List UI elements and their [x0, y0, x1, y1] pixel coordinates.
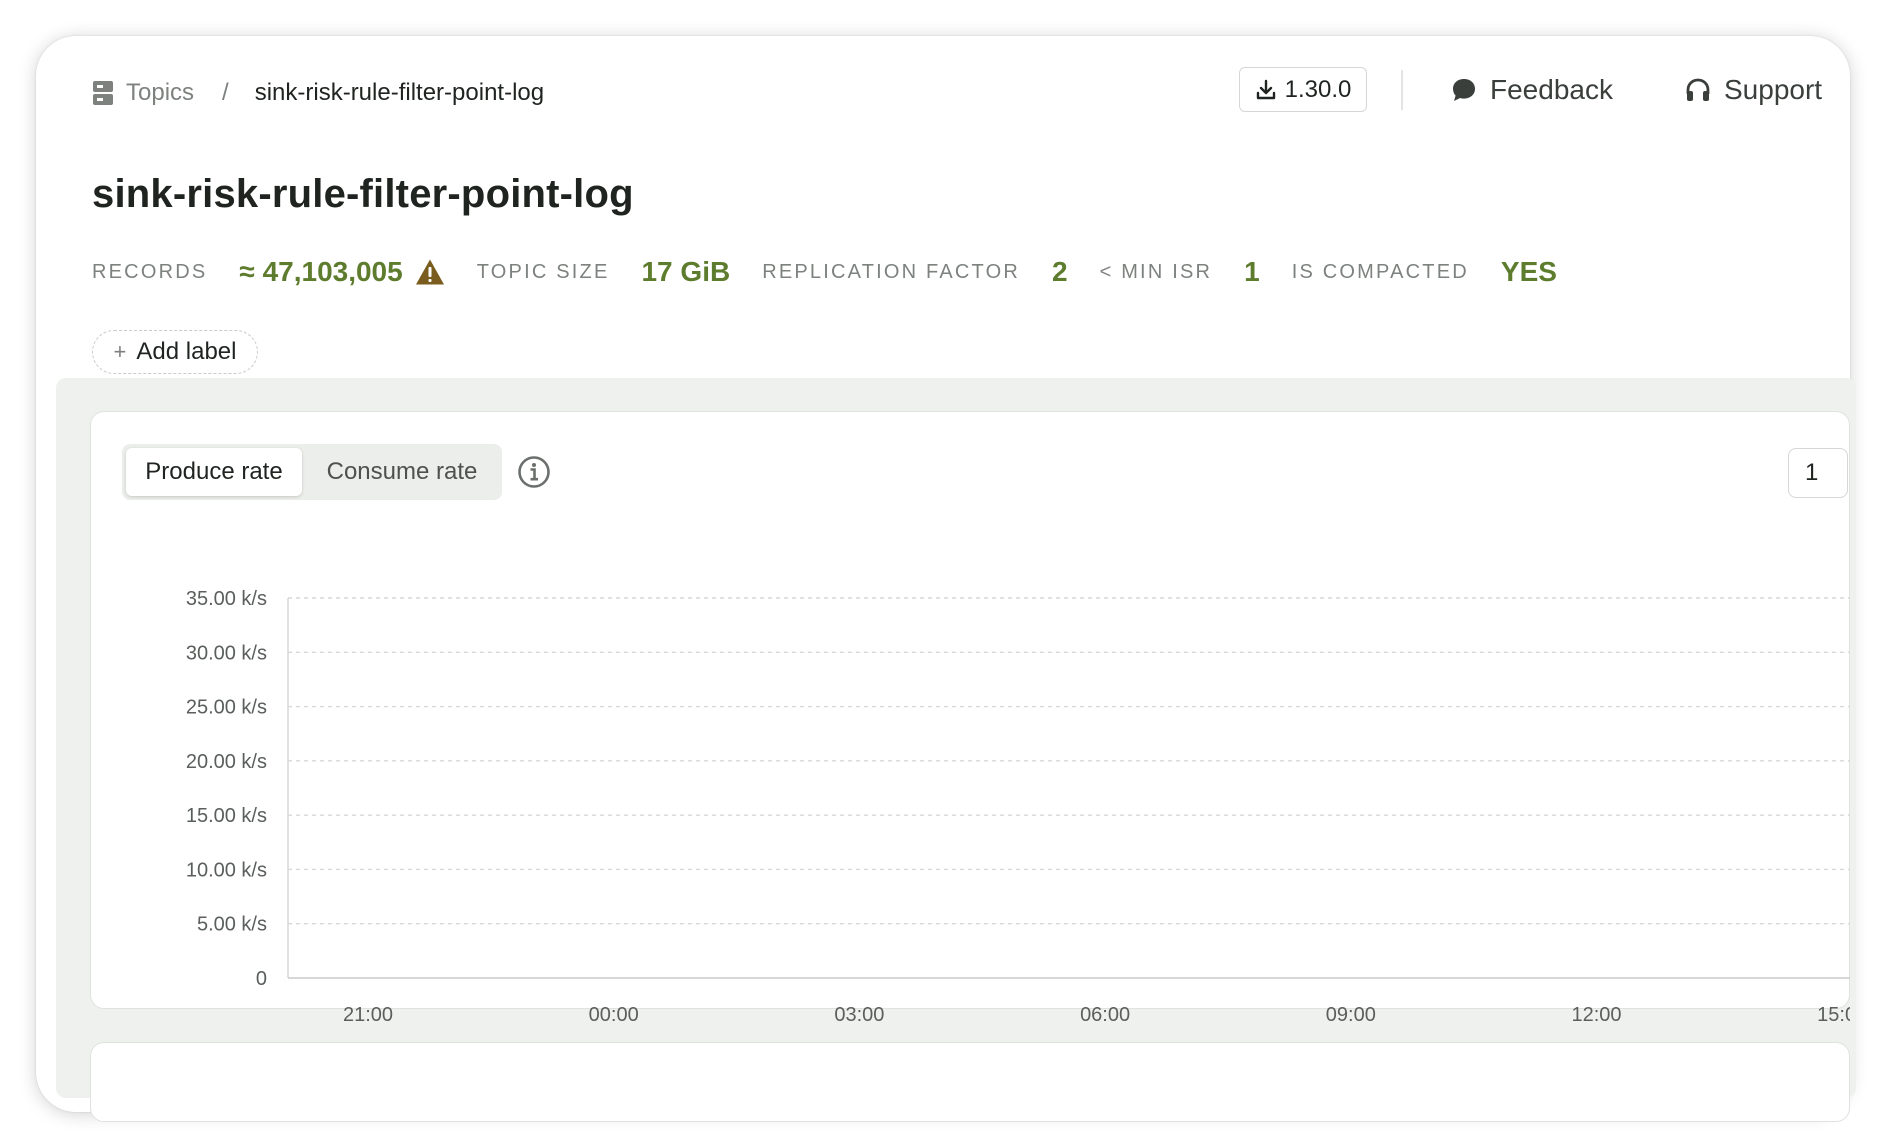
- y-tick-label: 35.00 k/s: [186, 588, 267, 610]
- produce-rate-chart: 35.00 k/s 30.00 k/s 25.00 k/s 20.00 k/s 15.0…: [186, 588, 1850, 1026]
- x-tick-label: 15:00: [1817, 1004, 1850, 1026]
- y-tick-label: 30.00 k/s: [186, 642, 267, 664]
- x-tick-label: 03:00: [834, 1004, 884, 1026]
- x-tick-label: 00:00: [589, 1004, 639, 1026]
- y-tick-label: 10.00 k/s: [186, 859, 267, 881]
- x-tick-label: 06:00: [1080, 1004, 1130, 1026]
- secondary-card: [90, 1042, 1850, 1122]
- y-tick-label: 15.00 k/s: [186, 805, 267, 827]
- x-tick-label: 09:00: [1326, 1004, 1376, 1026]
- x-tick-label: 21:00: [343, 1004, 393, 1026]
- y-tick-label: 20.00 k/s: [186, 751, 267, 773]
- x-tick-label: 12:00: [1571, 1004, 1621, 1026]
- y-tick-label: 25.00 k/s: [186, 697, 267, 719]
- y-tick-label: 0: [256, 968, 267, 990]
- y-tick-label: 5.00 k/s: [197, 914, 267, 936]
